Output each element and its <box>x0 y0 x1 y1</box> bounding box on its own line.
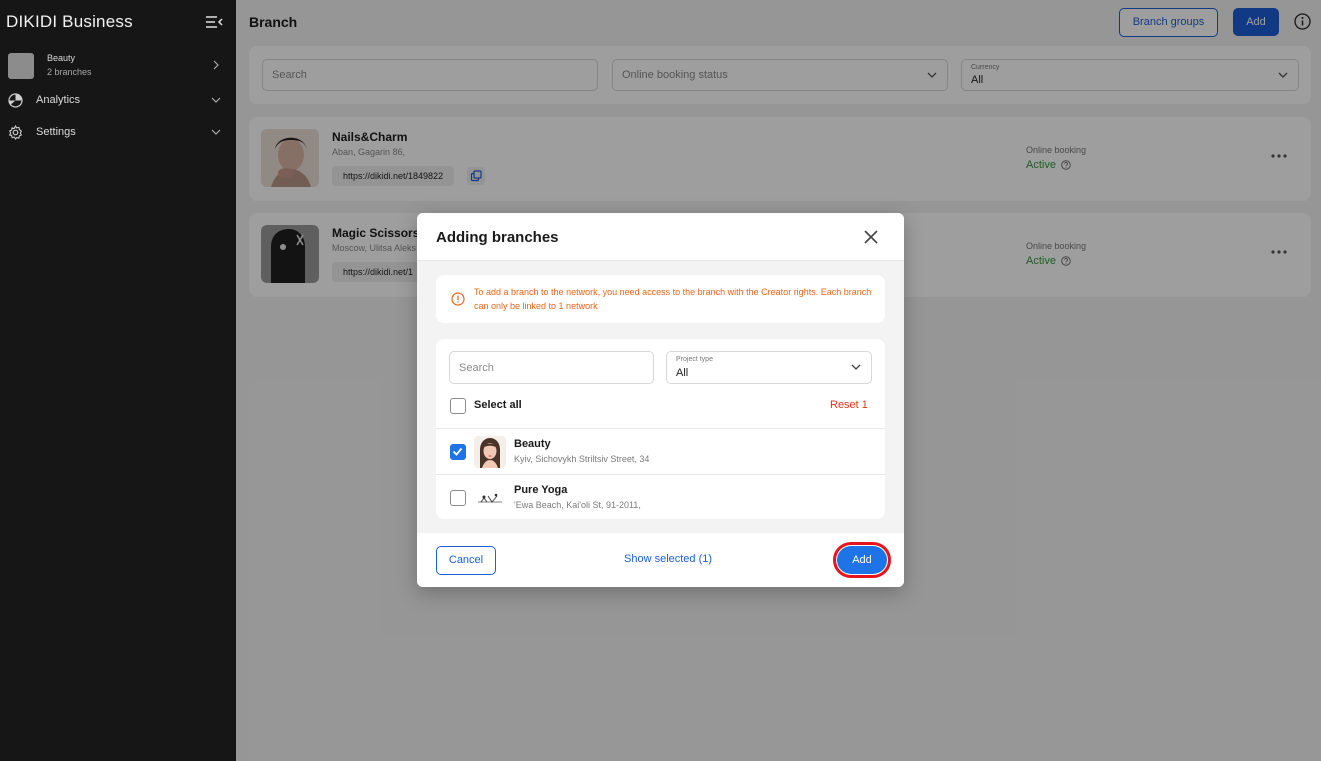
chevron-down-icon <box>211 97 221 103</box>
warning-icon <box>451 292 465 306</box>
select-all-label[interactable]: Select all <box>474 399 522 411</box>
sidebar-item-label: Settings <box>36 126 76 138</box>
show-selected-link[interactable]: Show selected (1) <box>624 553 712 565</box>
project-type-label: Project type <box>676 356 713 363</box>
search-placeholder: Search <box>459 362 494 374</box>
branch-option[interactable]: Pure Yoga 'Ewa Beach, Kai'oli St, 91-201… <box>436 474 885 519</box>
project-name: Beauty <box>47 53 76 63</box>
branch-picker: Search Project type All Select all Reset… <box>436 339 885 519</box>
branch-avatar <box>474 482 506 514</box>
collapse-menu-icon[interactable] <box>205 14 223 30</box>
sidebar: DIKIDI Business Beauty 2 branches Analyt… <box>0 0 236 761</box>
project-type-value: All <box>676 367 689 379</box>
branch-checkbox-checked[interactable] <box>450 444 466 460</box>
branch-option[interactable]: Beauty Kyiv, Sichovykh Striltsiv Street,… <box>436 428 885 474</box>
add-button[interactable]: Add <box>837 546 887 574</box>
branch-search-input[interactable]: Search <box>449 351 654 384</box>
branch-option-address: Kyiv, Sichovykh Striltsiv Street, 34 <box>514 454 650 464</box>
notice-text: To add a branch to the network, you need… <box>474 287 872 311</box>
project-type-select[interactable]: Project type All <box>666 351 872 384</box>
select-all-checkbox[interactable] <box>450 398 466 414</box>
cancel-button[interactable]: Cancel <box>436 546 496 575</box>
pie-chart-icon <box>8 93 23 108</box>
warning-notice: To add a branch to the network, you need… <box>436 275 885 323</box>
sidebar-item-settings[interactable]: Settings <box>8 123 224 143</box>
project-branch-count: 2 branches <box>47 67 92 77</box>
chevron-down-icon <box>851 364 861 370</box>
branch-option-name: Beauty <box>514 438 551 450</box>
reset-button[interactable]: Reset 1 <box>830 399 868 411</box>
project-avatar <box>8 53 34 79</box>
branch-checkbox[interactable] <box>450 490 466 506</box>
sidebar-item-analytics[interactable]: Analytics <box>8 91 224 111</box>
dialog-footer: Cancel Show selected (1) Add <box>417 533 904 587</box>
checkmark-icon <box>452 447 463 456</box>
chevron-down-icon <box>211 129 221 135</box>
adding-branches-dialog: Adding branches To add a branch to the n… <box>417 213 904 587</box>
branch-option-address: 'Ewa Beach, Kai'oli St, 91-2011, <box>514 500 641 510</box>
sidebar-item-label: Analytics <box>36 94 81 106</box>
chevron-right-icon <box>213 60 219 70</box>
branch-avatar <box>474 436 506 468</box>
close-icon[interactable] <box>864 230 878 244</box>
dialog-header: Adding branches <box>417 213 904 261</box>
project-switcher[interactable]: Beauty 2 branches <box>8 53 228 81</box>
brand-logo: DIKIDI Business <box>6 12 133 31</box>
branch-option-name: Pure Yoga <box>514 484 568 496</box>
gear-icon <box>8 125 23 140</box>
dialog-title: Adding branches <box>436 229 559 246</box>
